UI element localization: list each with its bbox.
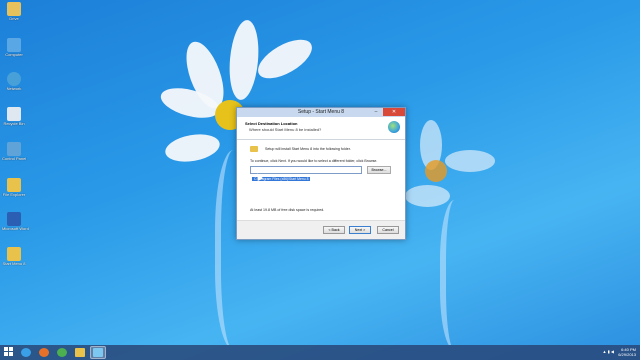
- desktop-icon-drive[interactable]: Drive: [2, 2, 26, 32]
- word-icon: [7, 212, 21, 226]
- taskbar-item-file-explorer[interactable]: [72, 346, 88, 359]
- wizard-subheading: Where should Start Menu 8 be installed?: [249, 127, 322, 132]
- desktop-icon-recycle-bin[interactable]: Recycle Bin: [2, 107, 26, 137]
- windows-logo-icon: [9, 352, 13, 356]
- control-panel-icon: [7, 142, 21, 156]
- firefox-icon: [39, 348, 49, 357]
- desktop-icon-label: Microsoft Word: [2, 226, 29, 231]
- taskbar-item-firefox[interactable]: [36, 346, 52, 359]
- windows-logo-icon: [4, 352, 8, 356]
- taskbar: ▲ ▮ ◀ 6:40 PM 6/29/2013: [0, 345, 640, 360]
- browse-button[interactable]: Browse...: [367, 166, 391, 174]
- wizard-heading: Select Destination Location: [245, 121, 298, 126]
- desktop-icon-label: Computer: [5, 52, 23, 57]
- flower-petal: [226, 18, 262, 102]
- folder-icon: [7, 2, 21, 16]
- start-button[interactable]: [4, 347, 15, 358]
- next-button[interactable]: Next >: [349, 226, 371, 234]
- desktop-icon-label: Recycle Bin: [3, 121, 25, 126]
- file-explorer-icon: [75, 348, 85, 357]
- desktop-icon-computer[interactable]: Computer: [2, 38, 26, 68]
- desktop-icon-label: Drive: [9, 16, 19, 21]
- disk-space-text: At least 19.8 MB of free disk space is r…: [250, 208, 325, 212]
- continue-info-text: To continue, click Next. If you would li…: [250, 159, 378, 163]
- back-button[interactable]: < Back: [323, 226, 345, 234]
- setup-icon: [93, 348, 103, 357]
- computer-icon: [7, 38, 21, 52]
- wizard-header: Select Destination Location Where should…: [237, 117, 405, 140]
- desktop-icon-control-panel[interactable]: Control Panel: [2, 142, 26, 172]
- desktop-icon-word[interactable]: Microsoft Word: [2, 212, 29, 242]
- taskbar-item-ie[interactable]: [18, 346, 34, 359]
- flower-petal: [405, 185, 450, 207]
- desktop-icon-label: Control Panel: [2, 156, 27, 161]
- dialog-titlebar[interactable]: Setup - Start Menu 8 – ✕: [237, 108, 405, 117]
- flower-petal: [252, 31, 318, 87]
- desktop-icon-label: Network: [6, 86, 22, 91]
- desktop-icon-label: File Explorer: [2, 192, 26, 197]
- install-info-text: Setup will install Start Menu 8 into the…: [265, 147, 351, 151]
- file-explorer-icon: [7, 178, 21, 192]
- desktop-icon-network[interactable]: Network: [2, 72, 26, 102]
- desktop-icon-label: Start Menu 8: [2, 261, 26, 266]
- flower-stem: [440, 200, 476, 345]
- recycle-bin-icon: [7, 107, 21, 121]
- minimize-button[interactable]: –: [371, 108, 381, 116]
- ie-icon: [21, 348, 31, 357]
- flower-center: [425, 160, 447, 182]
- setup-logo-icon: [388, 121, 400, 133]
- desktop-icon-start-menu-8[interactable]: Start Menu 8: [2, 247, 26, 277]
- network-icon: [7, 72, 21, 86]
- wizard-footer: < Back Next > Cancel: [237, 220, 405, 239]
- taskbar-item-setup[interactable]: [90, 346, 106, 359]
- wizard-body: Setup will install Start Menu 8 into the…: [237, 140, 405, 218]
- flower-petal: [445, 150, 495, 172]
- clock-date: 6/29/2013: [618, 352, 636, 357]
- folder-icon: [7, 247, 21, 261]
- clock[interactable]: 6:40 PM 6/29/2013: [618, 347, 636, 357]
- flower-petal: [163, 130, 222, 166]
- destination-path-input[interactable]: C:\Program Files (x86)\Start Menu 8: [250, 166, 362, 181]
- system-tray[interactable]: ▲ ▮ ◀: [603, 349, 614, 354]
- close-button[interactable]: ✕: [383, 108, 405, 116]
- setup-dialog: Setup - Start Menu 8 – ✕ Select Destinat…: [236, 107, 406, 240]
- windows-logo-icon: [9, 347, 13, 351]
- taskbar-item-chrome[interactable]: [54, 346, 70, 359]
- cancel-button[interactable]: Cancel: [377, 226, 399, 234]
- chrome-icon: [57, 348, 67, 357]
- windows-logo-icon: [4, 347, 8, 351]
- folder-icon: [250, 146, 258, 152]
- desktop-icon-file-explorer[interactable]: File Explorer: [2, 178, 26, 208]
